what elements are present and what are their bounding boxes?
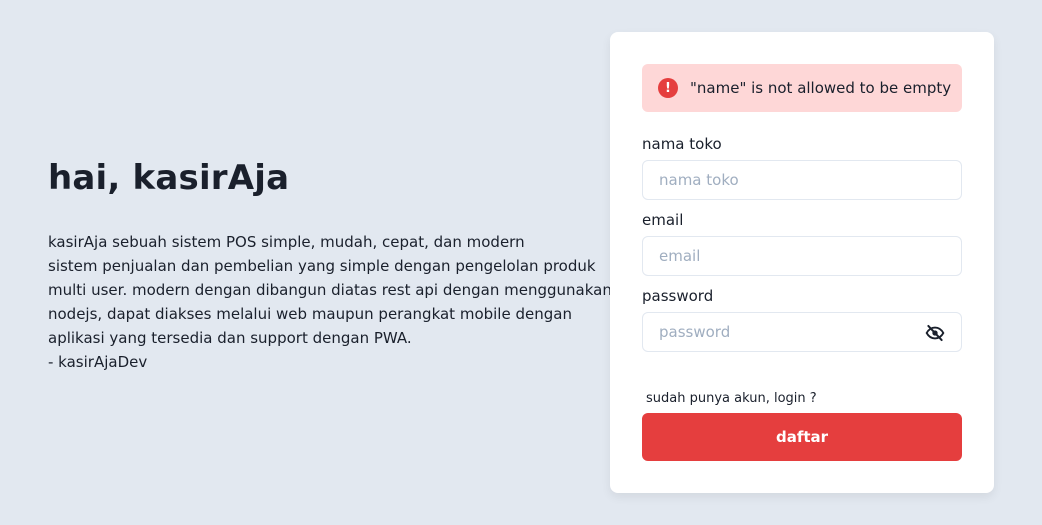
hero-description-line: aplikasi yang tersedia dan support denga…: [48, 329, 412, 347]
store-name-field: [642, 160, 962, 200]
register-card: ! "name" is not allowed to be empty nama…: [610, 32, 994, 493]
email-input[interactable]: [643, 237, 961, 275]
password-input[interactable]: [643, 313, 961, 351]
alert-circle-icon: !: [658, 78, 678, 98]
hero-signature: - kasirAjaDev: [48, 353, 148, 371]
hero-section: hai, kasirAja kasirAja sebuah sistem POS…: [48, 150, 612, 374]
hero-description-line: multi user. modern dengan dibangun diata…: [48, 281, 612, 299]
register-button[interactable]: daftar: [642, 413, 962, 461]
password-field: [642, 312, 962, 352]
hero-title: hai, kasirAja: [48, 158, 290, 198]
error-alert: ! "name" is not allowed to be empty: [642, 64, 962, 112]
register-page: hai, kasirAja kasirAja sebuah sistem POS…: [0, 0, 1042, 525]
hero-description-line: nodejs, dapat diakses melalui web maupun…: [48, 305, 572, 323]
hero-description-line: sistem penjualan dan pembelian yang simp…: [48, 257, 596, 275]
email-field: [642, 236, 962, 276]
eye-off-icon[interactable]: [925, 323, 945, 343]
password-label: password: [642, 287, 714, 305]
alert-message: "name" is not allowed to be empty: [690, 79, 952, 97]
store-name-input[interactable]: [643, 161, 961, 199]
store-name-label: nama toko: [642, 135, 722, 153]
login-link[interactable]: sudah punya akun, login ?: [646, 391, 817, 406]
hero-description-line: kasirAja sebuah sistem POS simple, mudah…: [48, 233, 525, 251]
hero-description: kasirAja sebuah sistem POS simple, mudah…: [48, 230, 612, 374]
email-label: email: [642, 211, 684, 229]
